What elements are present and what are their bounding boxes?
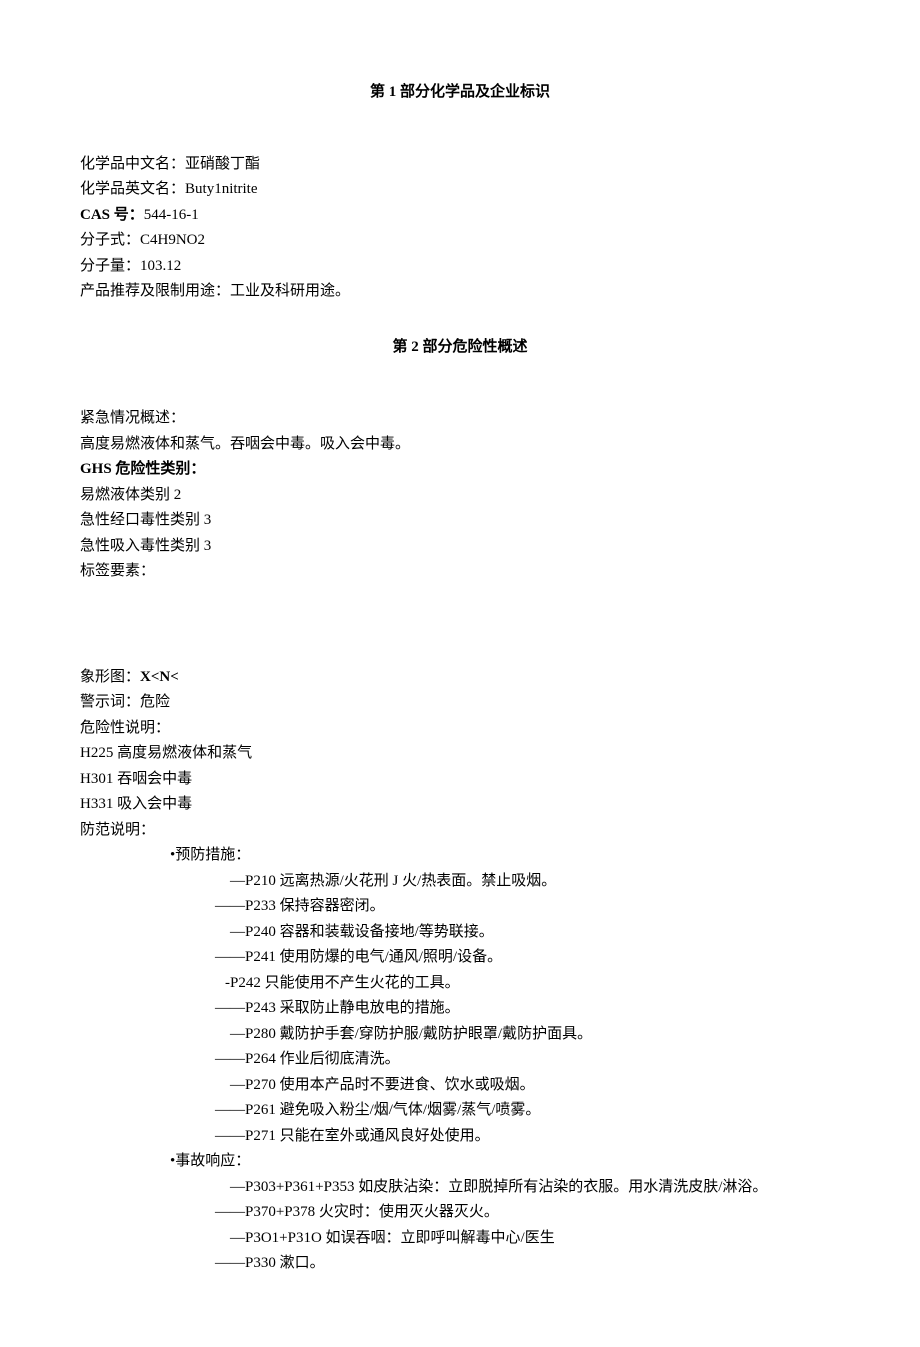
weight-label: 分子量： <box>80 258 140 274</box>
p264: ——P264 作业后彻底清洗。 <box>80 1047 840 1073</box>
pictogram-label: 象形图： <box>80 669 140 685</box>
p271: ——P271 只能在室外或通风良好处使用。 <box>80 1124 840 1150</box>
p243: ——P243 采取防止静电放电的措施。 <box>80 996 840 1022</box>
response-header: •事故响应： <box>80 1149 840 1175</box>
name-cn-row: 化学品中文名：亚硝酸丁酯 <box>80 152 840 178</box>
ghs-cat-3: 急性吸入毒性类别 3 <box>80 534 840 560</box>
name-cn-label: 化学品中文名： <box>80 156 185 172</box>
p330: ——P330 漱口。 <box>80 1251 840 1277</box>
cas-label: CAS 号： <box>80 207 144 223</box>
p233: ——P233 保持容器密闭。 <box>80 894 840 920</box>
formula-value: C4H9NO2 <box>140 232 205 248</box>
emergency-label: 紧急情况概述： <box>80 406 840 432</box>
pictogram-row: 象形图：X<N< <box>80 665 840 691</box>
precaution-label: 防范说明： <box>80 818 840 844</box>
prevent-header: •预防措施： <box>80 843 840 869</box>
signal-value: 危险 <box>140 694 170 710</box>
section-2-title: 第 2 部分危险性概述 <box>80 335 840 361</box>
p241: ——P241 使用防爆的电气/通风/照明/设备。 <box>80 945 840 971</box>
h301: H301 吞咽会中毒 <box>80 767 840 793</box>
ghs-cat-2: 急性经口毒性类别 3 <box>80 508 840 534</box>
p301: —P3O1+P31O 如误吞咽：立即呼叫解毒中心/医生 <box>80 1226 840 1252</box>
pictogram-value: X<N< <box>140 669 179 685</box>
emergency-text: 高度易燃液体和蒸气。吞咽会中毒。吸入会中毒。 <box>80 432 840 458</box>
name-en-row: 化学品英文名：Buty1nitrite <box>80 177 840 203</box>
formula-label: 分子式： <box>80 232 140 248</box>
ghs-label-text: GHS 危险性类别： <box>80 461 205 477</box>
p240: —P240 容器和装载设备接地/等势联接。 <box>80 920 840 946</box>
h331: H331 吸入会中毒 <box>80 792 840 818</box>
signal-row: 警示词：危险 <box>80 690 840 716</box>
name-en-value: Buty1nitrite <box>185 181 258 197</box>
formula-row: 分子式：C4H9NO2 <box>80 228 840 254</box>
section-1-title: 第 1 部分化学品及企业标识 <box>80 80 840 106</box>
p303: —P303+P361+P353 如皮肤沾染：立即脱掉所有沾染的衣服。用水清洗皮肤… <box>80 1175 840 1201</box>
p270: —P270 使用本产品时不要进食、饮水或吸烟。 <box>80 1073 840 1099</box>
p370: ——P370+P378 火灾时：使用灭火器灭火。 <box>80 1200 840 1226</box>
cas-row: CAS 号：544-16-1 <box>80 203 840 229</box>
ghs-label: GHS 危险性类别： <box>80 457 840 483</box>
name-cn-value: 亚硝酸丁酯 <box>185 156 260 172</box>
name-en-label: 化学品英文名： <box>80 181 185 197</box>
signal-label: 警示词： <box>80 694 140 710</box>
p242: -P242 只能使用不产生火花的工具。 <box>80 971 840 997</box>
p261: ——P261 避免吸入粉尘/烟/气体/烟雾/蒸气/喷雾。 <box>80 1098 840 1124</box>
weight-value: 103.12 <box>140 258 181 274</box>
usage-row: 产品推荐及限制用途：工业及科研用途。 <box>80 279 840 305</box>
ghs-cat-1: 易燃液体类别 2 <box>80 483 840 509</box>
h225: H225 高度易燃液体和蒸气 <box>80 741 840 767</box>
hazard-label: 危险性说明： <box>80 716 840 742</box>
p210: —P210 远离热源/火花刑 J 火/热表面。禁止吸烟。 <box>80 869 840 895</box>
usage-label: 产品推荐及限制用途： <box>80 283 230 299</box>
usage-value: 工业及科研用途。 <box>230 283 350 299</box>
cas-value: 544-16-1 <box>144 207 199 223</box>
weight-row: 分子量：103.12 <box>80 254 840 280</box>
label-elements: 标签要素： <box>80 559 840 585</box>
p280: —P280 戴防护手套/穿防护服/戴防护眼罩/戴防护面具。 <box>80 1022 840 1048</box>
